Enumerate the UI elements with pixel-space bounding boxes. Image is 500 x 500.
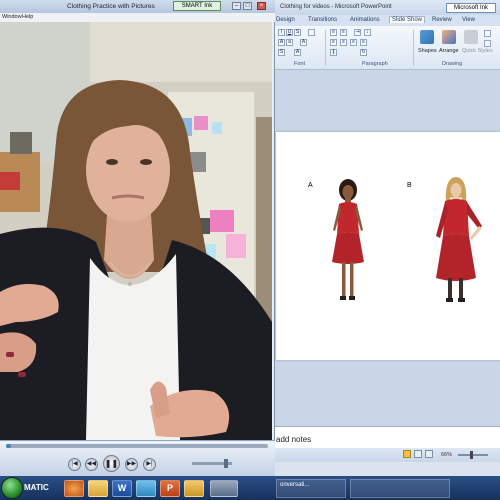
text-direction-icon[interactable]: ↻ <box>360 49 367 56</box>
rewind-icon[interactable]: ◀◀ <box>85 458 98 471</box>
bullets-icon[interactable]: ≡ <box>330 29 337 36</box>
reading-view-icon[interactable] <box>425 450 433 458</box>
align-left-icon[interactable]: ≡ <box>330 39 337 46</box>
video-menubar: Window Help <box>0 13 275 22</box>
ppt-titlebar: Clothing for videos - Microsoft PowerPoi… <box>270 0 500 15</box>
paint-icon[interactable] <box>136 480 156 497</box>
columns-icon[interactable]: ∥ <box>330 49 337 56</box>
video-controls: |◀ ◀◀ ❚❚ ▶▶ ▶| <box>0 440 275 476</box>
video-player-window: Clothing Practice with Pictures SMART In… <box>0 0 275 476</box>
taskbar-label: MATIC <box>24 483 49 492</box>
normal-view-icon[interactable] <box>403 450 411 458</box>
ppt-ribbon-tabs: Design Transitions Animations Slide Show… <box>270 15 500 26</box>
firefox-icon[interactable] <box>64 480 84 497</box>
slide-canvas[interactable]: A B <box>276 132 500 360</box>
ribbon-group-font: Font <box>294 61 306 67</box>
zoom-level[interactable]: 66% <box>441 452 452 458</box>
change-case-icon[interactable]: A <box>294 49 301 56</box>
tab-design[interactable]: Design <box>276 17 295 23</box>
ribbon-divider <box>413 30 414 66</box>
video-frame[interactable] <box>0 22 272 440</box>
tab-animations[interactable]: Animations <box>350 17 380 23</box>
ppt-status-bar: 66% <box>270 448 500 462</box>
shapes-button-label[interactable]: Shapes <box>418 48 437 54</box>
align-center-icon[interactable]: ≡ <box>340 39 347 46</box>
font-color-icon[interactable]: A <box>300 39 307 46</box>
maximize-icon[interactable]: □ <box>243 2 252 10</box>
shape-fill-icon[interactable] <box>484 30 491 37</box>
underline-button[interactable]: U <box>286 29 293 36</box>
notes-placeholder[interactable]: add notes <box>276 435 311 444</box>
previous-icon[interactable]: |◀ <box>68 458 81 471</box>
align-right-icon[interactable]: ≡ <box>350 39 357 46</box>
shape-outline-icon[interactable] <box>484 40 491 47</box>
word-icon[interactable]: W <box>112 480 132 497</box>
zoom-slider-handle[interactable] <box>470 451 473 459</box>
menu-window[interactable]: Window <box>2 14 22 20</box>
tab-review[interactable]: Review <box>432 17 452 23</box>
tab-slide-show[interactable]: Slide Show <box>389 16 426 23</box>
italic-button[interactable]: I <box>278 29 285 36</box>
option-label-b: B <box>407 182 412 189</box>
taskbar-window-preview[interactable]: onversati... <box>276 479 346 498</box>
shadow-button[interactable]: S <box>278 49 285 56</box>
minimize-icon[interactable]: – <box>232 2 241 10</box>
seek-bar[interactable] <box>6 444 268 448</box>
menu-help[interactable]: Help <box>22 14 33 20</box>
powerpoint-icon[interactable]: P <box>160 480 180 497</box>
seek-progress <box>6 444 12 448</box>
font-shrink-icon[interactable]: a <box>286 39 293 46</box>
arrange-icon[interactable] <box>442 30 456 44</box>
strikethrough-button[interactable]: S <box>294 29 301 36</box>
notes-pane[interactable]: add notes <box>270 426 500 448</box>
ribbon-group-paragraph: Paragraph <box>362 61 388 67</box>
volume-handle[interactable] <box>224 459 229 468</box>
dress-b-image[interactable] <box>426 176 488 308</box>
font-size-box[interactable] <box>308 29 315 36</box>
slide-editing-area: A B <box>270 70 500 426</box>
shapes-icon[interactable] <box>420 30 434 44</box>
quick-styles-icon[interactable] <box>464 30 478 44</box>
justify-icon[interactable]: ≡ <box>360 39 367 46</box>
ppt-window-title: Clothing for videos - Microsoft PowerPoi… <box>280 4 392 10</box>
ribbon-group-drawing: Drawing <box>442 61 463 67</box>
fast-forward-icon[interactable]: ▶▶ <box>125 458 138 471</box>
font-grow-icon[interactable]: A <box>278 39 285 46</box>
tab-transitions[interactable]: Transitions <box>308 17 337 23</box>
indent-icon[interactable]: ⇥ <box>354 29 361 36</box>
quick-styles-button-label[interactable]: Quick Styles <box>462 48 493 54</box>
folder-icon[interactable] <box>88 480 108 497</box>
ppt-ink-toolbar-button[interactable]: Microsoft Ink <box>446 3 496 13</box>
powerpoint-window: Clothing for videos - Microsoft PowerPoi… <box>270 0 500 462</box>
taskbar-window-slot[interactable] <box>350 479 450 498</box>
taskbar: MATIC W P onversati... <box>0 476 500 500</box>
arrange-button-label[interactable]: Arrange <box>439 48 459 54</box>
numbering-icon[interactable]: ≡ <box>340 29 347 36</box>
pause-icon[interactable]: ❚❚ <box>103 455 120 472</box>
next-icon[interactable]: ▶| <box>143 458 156 471</box>
slide-sorter-icon[interactable] <box>414 450 422 458</box>
line-spacing-icon[interactable]: ↕ <box>364 29 371 36</box>
zoom-slider[interactable] <box>458 454 488 456</box>
close-icon[interactable]: × <box>257 2 266 10</box>
video-titlebar: Clothing Practice with Pictures SMART In… <box>0 0 275 13</box>
start-orb-icon[interactable] <box>1 477 23 499</box>
smart-ink-button[interactable]: SMART Ink <box>173 1 221 11</box>
folder2-icon[interactable] <box>184 480 204 497</box>
tab-view[interactable]: View <box>462 17 475 23</box>
ppt-ribbon: I U S A a A S A Font ≡ ≡ ⇥ ↕ ≡ ≡ ≡ ≡ ∥ ↻… <box>270 26 500 70</box>
video-player-icon[interactable] <box>210 480 238 497</box>
option-label-a: A <box>308 182 313 189</box>
webcam-video-image <box>0 22 272 440</box>
dress-a-image[interactable] <box>326 178 370 306</box>
ribbon-divider <box>325 30 326 66</box>
video-window-title: Clothing Practice with Pictures <box>67 3 155 10</box>
